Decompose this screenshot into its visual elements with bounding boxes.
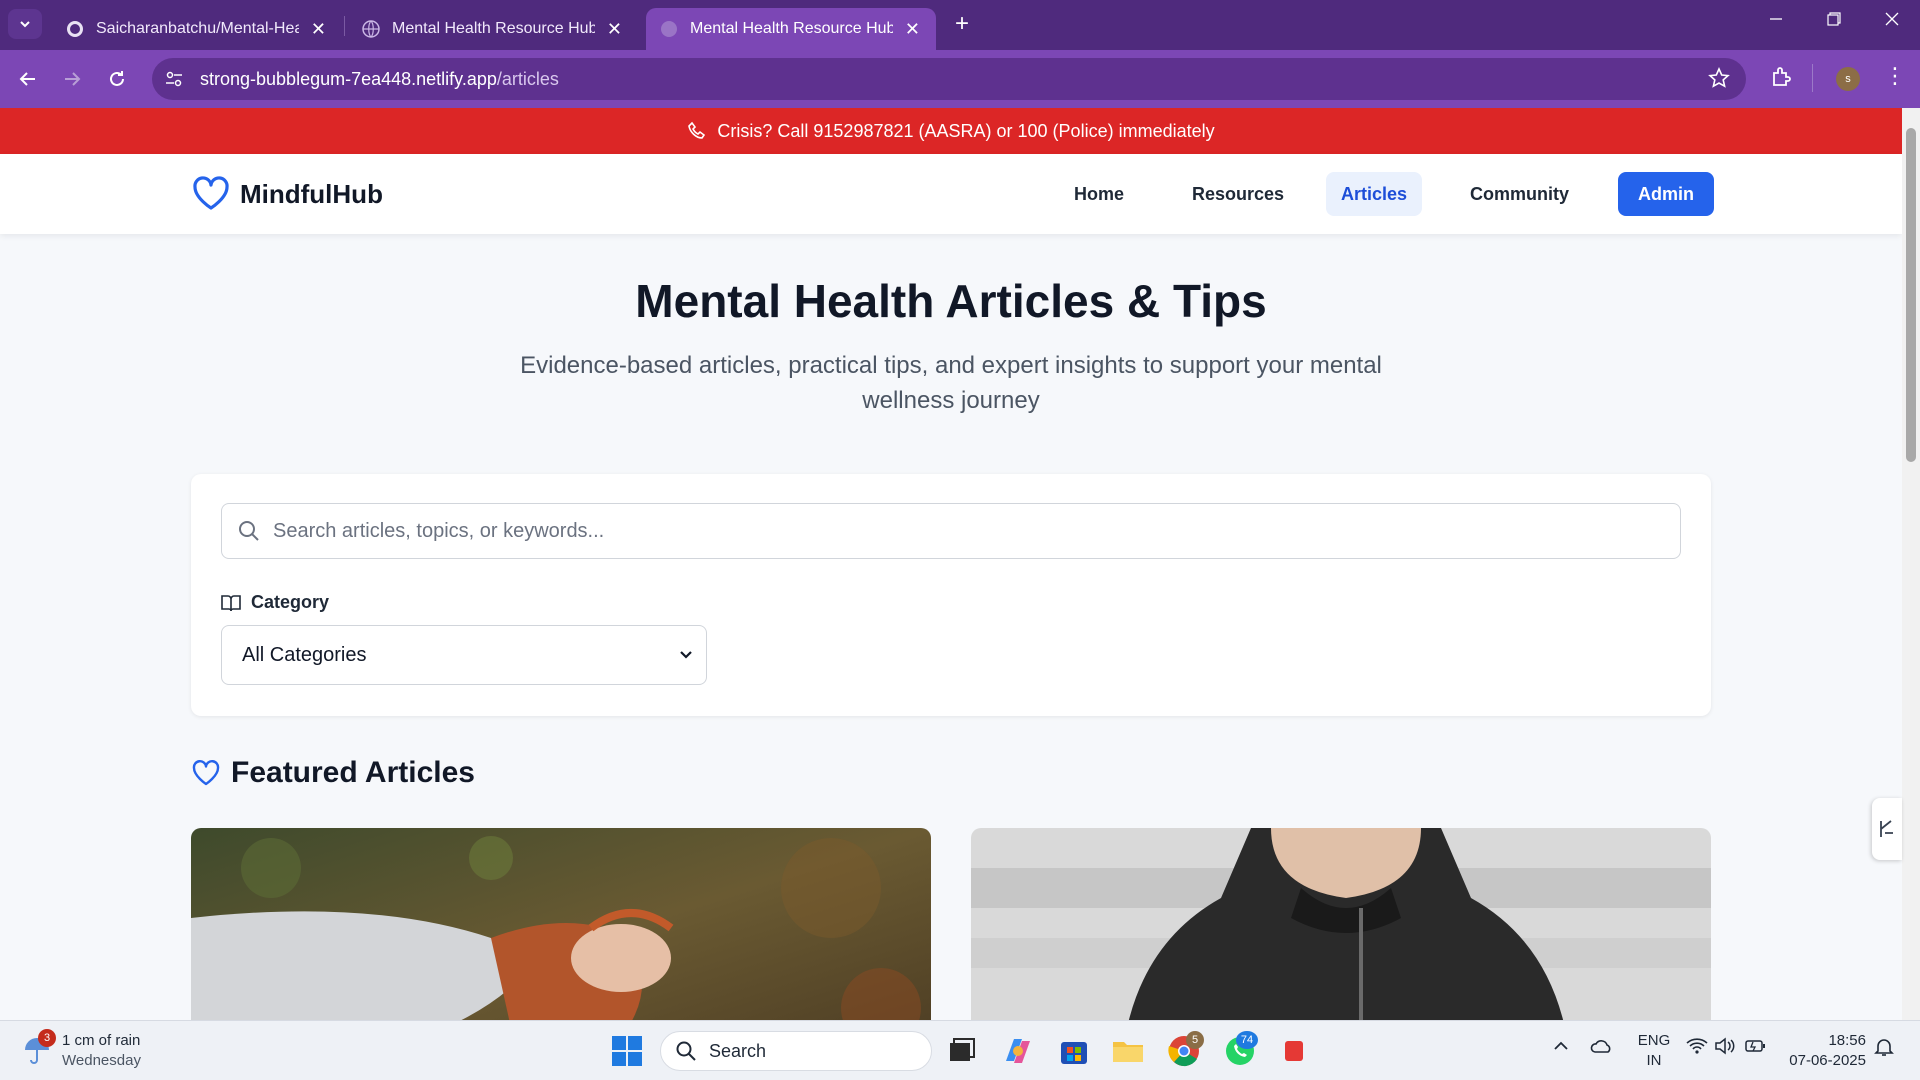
nav-admin-button[interactable]: Admin — [1618, 172, 1714, 216]
restore-icon[interactable] — [1814, 10, 1854, 31]
site-header: MindfulHub Home Resources Articles Commu… — [0, 154, 1902, 234]
browser-tab-bar: Saicharanbatchu/Mental-Health-Resource-H… — [0, 0, 1920, 50]
chevron-down-icon — [680, 651, 692, 659]
chevron-down-icon — [20, 21, 30, 28]
address-bar[interactable]: strong-bubblegum-7ea448.netlify.app/arti… — [152, 58, 1746, 100]
browser-menu-icon[interactable]: ⋮ — [1884, 63, 1906, 89]
task-view-icon[interactable] — [944, 1033, 980, 1069]
copilot-icon[interactable] — [1000, 1033, 1036, 1069]
volume-icon[interactable] — [1714, 1037, 1736, 1059]
featured-article-card[interactable] — [971, 828, 1711, 1020]
whatsapp-badge: 74 — [1236, 1031, 1258, 1049]
red-app-icon[interactable] — [1276, 1033, 1312, 1069]
nav-home[interactable]: Home — [1059, 172, 1139, 216]
crisis-banner: Crisis? Call 9152987821 (AASRA) or 100 (… — [0, 108, 1902, 154]
nav-community[interactable]: Community — [1455, 172, 1584, 216]
input-language[interactable]: ENG IN — [1636, 1031, 1672, 1071]
category-select[interactable]: All Categories — [221, 625, 707, 685]
browser-toolbar: strong-bubblegum-7ea448.netlify.app/arti… — [0, 50, 1920, 108]
tab-resource-hub-active[interactable]: Mental Health Resource Hub - Support ✕ — [646, 8, 936, 50]
tab-resource-hub[interactable]: Mental Health Resource Hub - Support ✕ — [348, 8, 638, 50]
chrome-profile-badge: 5 — [1186, 1031, 1204, 1049]
taskbar-search-label: Search — [709, 1040, 767, 1061]
weather-main: 1 cm of rain — [62, 1032, 141, 1049]
article-image-woman-on-leaves — [191, 828, 931, 1020]
windows-taskbar: 1 cm of rain Wednesday 3 Search 5 74 ENG… — [0, 1020, 1920, 1080]
globe-icon — [661, 21, 677, 37]
phone-icon — [688, 121, 706, 139]
book-open-icon — [221, 594, 241, 611]
filter-card: Category All Categories — [191, 474, 1711, 716]
site-settings-icon[interactable] — [158, 63, 190, 95]
url-path: /articles — [496, 68, 559, 89]
extensions-puzzle-icon[interactable] — [1770, 65, 1794, 94]
windows-start-icon[interactable] — [609, 1033, 645, 1069]
tab-title: Saicharanbatchu/Mental-Health-Resource-H… — [96, 20, 299, 37]
show-hidden-icons-chevron-icon[interactable] — [1552, 1037, 1570, 1059]
github-icon — [67, 21, 83, 37]
tab-close-icon[interactable]: ✕ — [309, 19, 328, 40]
side-panel-icon — [1880, 820, 1893, 837]
weather-badge: 3 — [38, 1029, 56, 1047]
notifications-bell-icon[interactable] — [1874, 1037, 1894, 1061]
reload-icon[interactable] — [101, 63, 133, 95]
site-logo[interactable]: MindfulHub — [192, 176, 383, 212]
profile-avatar[interactable]: s — [1836, 67, 1860, 91]
page-title: Mental Health Articles & Tips — [635, 275, 1267, 327]
search-box[interactable] — [221, 503, 1681, 559]
tab-title: Mental Health Resource Hub - Support — [690, 20, 893, 37]
tab-close-icon[interactable]: ✕ — [605, 19, 624, 40]
clock-date: 07-06-2025 — [1789, 1052, 1866, 1069]
tab-separator — [344, 16, 345, 36]
page-subtitle: Evidence-based articles, practical tips,… — [520, 352, 1382, 414]
tab-search-menu-button[interactable] — [8, 9, 42, 39]
article-image-person-in-hoodie — [971, 828, 1711, 1020]
minimize-icon[interactable] — [1756, 10, 1796, 31]
nav-articles[interactable]: Articles — [1326, 172, 1423, 216]
wifi-icon[interactable] — [1686, 1037, 1708, 1059]
lang-top: ENG — [1637, 1032, 1671, 1049]
back-arrow-icon[interactable] — [12, 63, 44, 95]
window-close-icon[interactable] — [1872, 10, 1912, 31]
logo-text: MindfulHub — [240, 178, 383, 209]
battery-icon[interactable] — [1744, 1037, 1766, 1059]
featured-heading: Featured Articles — [191, 756, 475, 790]
search-icon — [675, 1040, 697, 1062]
microsoft-store-icon[interactable] — [1056, 1033, 1092, 1069]
category-select-value: All Categories — [242, 643, 367, 666]
featured-article-card[interactable] — [191, 828, 931, 1020]
taskbar-clock[interactable]: 18:56 07-06-2025 — [1782, 1031, 1866, 1071]
globe-icon — [362, 20, 380, 38]
new-tab-button[interactable]: + — [948, 10, 976, 38]
onedrive-cloud-icon[interactable] — [1590, 1037, 1614, 1059]
heart-logo-icon — [193, 176, 229, 210]
tab-title: Mental Health Resource Hub - Support — [392, 20, 595, 37]
url-host: strong-bubblegum-7ea448.netlify.app — [200, 68, 497, 89]
bookmark-star-icon[interactable] — [1708, 67, 1730, 94]
weather-sub: Wednesday — [62, 1052, 141, 1069]
toolbar-divider — [1812, 64, 1813, 92]
weather-text: 1 cm of rain Wednesday — [62, 1031, 141, 1071]
url-text: strong-bubblegum-7ea448.netlify.app/arti… — [200, 69, 559, 90]
featured-heading-text: Featured Articles — [231, 756, 475, 789]
category-label-text: Category — [251, 592, 330, 612]
side-panel-toggle[interactable] — [1872, 798, 1902, 860]
category-label: Category — [221, 592, 329, 613]
search-icon — [237, 519, 261, 543]
crisis-text: Crisis? Call 9152987821 (AASRA) or 100 (… — [717, 120, 1215, 141]
lang-bottom: IN — [1646, 1052, 1662, 1069]
clock-time: 18:56 — [1828, 1032, 1866, 1049]
tab-github[interactable]: Saicharanbatchu/Mental-Health-Resource-H… — [52, 8, 342, 50]
nav-resources[interactable]: Resources — [1177, 172, 1299, 216]
heart-icon — [192, 760, 220, 786]
page-viewport: Crisis? Call 9152987821 (AASRA) or 100 (… — [0, 108, 1902, 1020]
forward-arrow-icon[interactable] — [56, 63, 88, 95]
taskbar-search[interactable]: Search — [660, 1031, 932, 1071]
tab-close-icon[interactable]: ✕ — [903, 19, 922, 40]
search-input[interactable] — [273, 519, 1653, 543]
scrollbar-thumb[interactable] — [1906, 128, 1916, 462]
file-explorer-icon[interactable] — [1110, 1033, 1146, 1069]
